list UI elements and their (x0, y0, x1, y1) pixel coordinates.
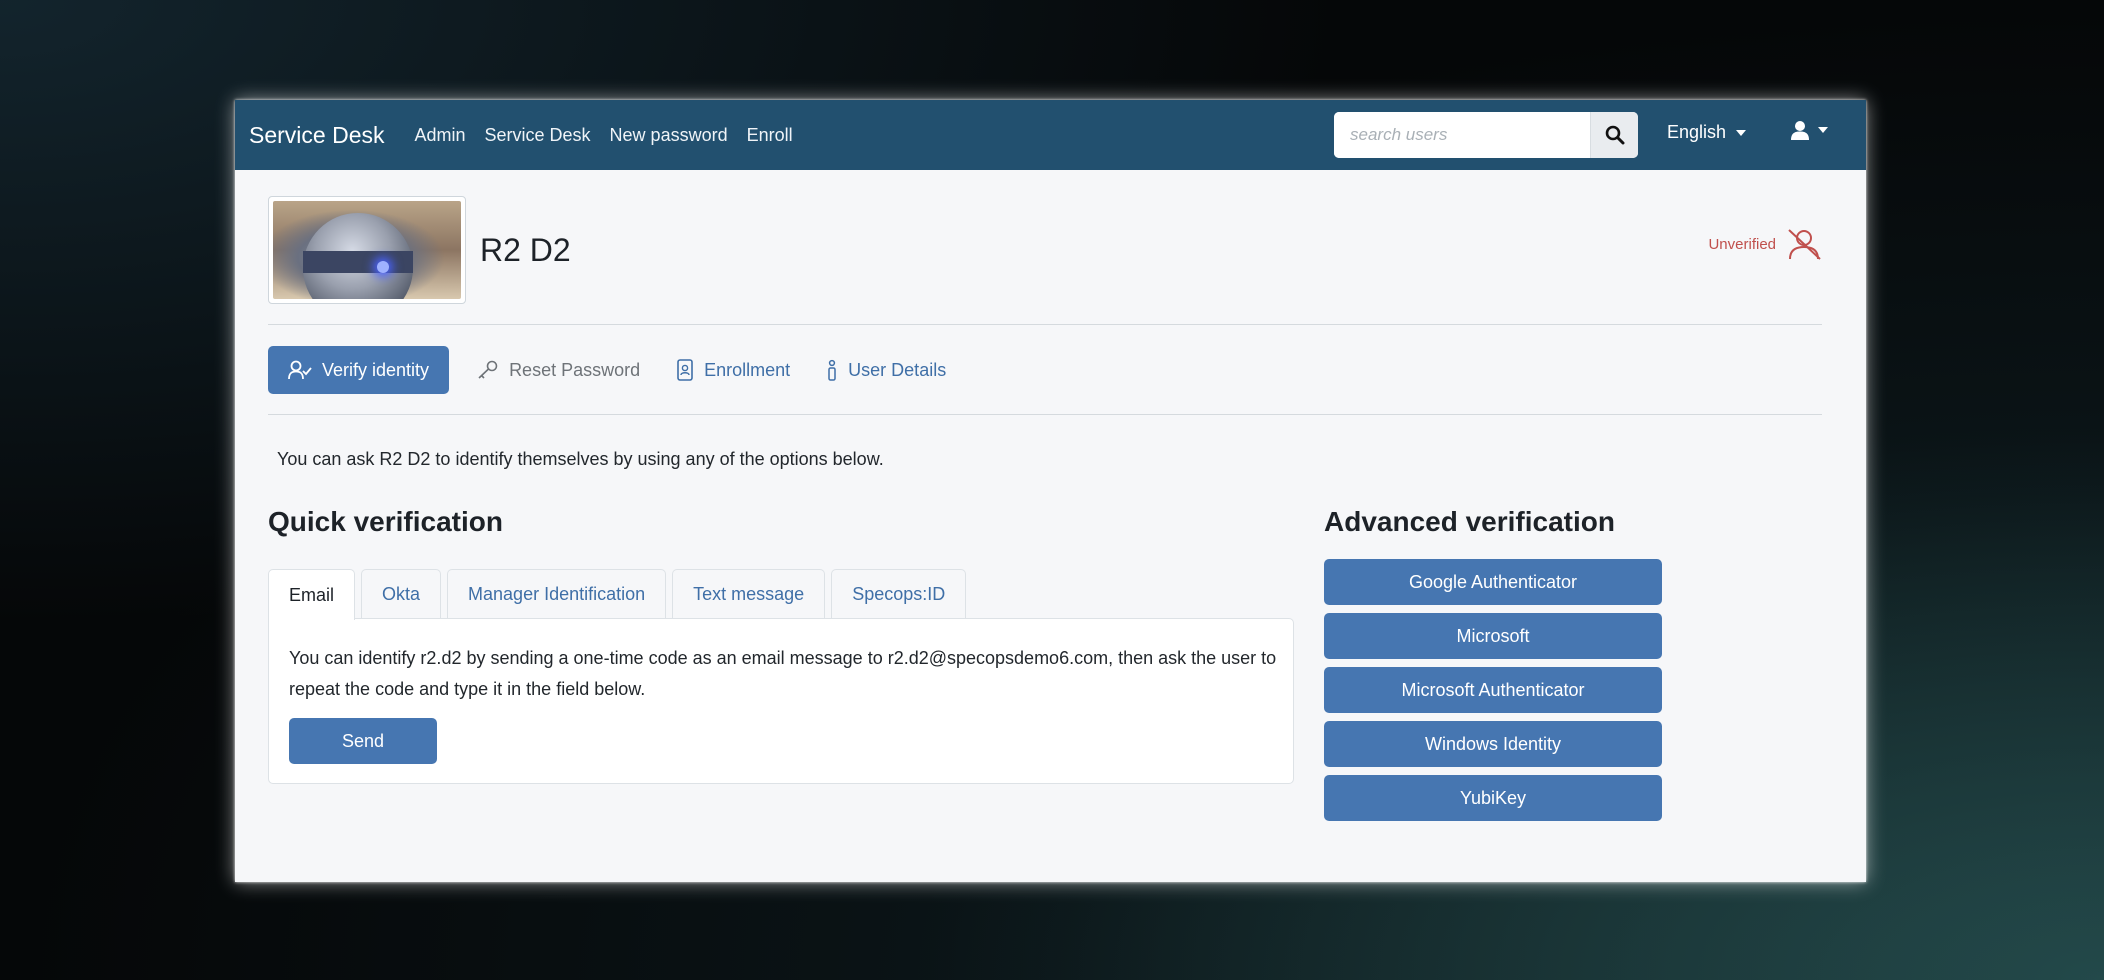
nav-link-enroll[interactable]: Enroll (747, 125, 793, 146)
user-icon (1791, 121, 1809, 140)
navbar: Service Desk Admin Service Desk New pass… (235, 100, 1866, 170)
unverified-user-icon (1788, 229, 1821, 260)
language-label: English (1667, 122, 1727, 142)
tab-label: User Details (848, 359, 947, 380)
verification-status: Unverified (1708, 228, 1822, 260)
tab-enrollment[interactable]: Enrollment (658, 346, 808, 394)
quick-verification-heading: Quick verification (268, 506, 503, 537)
advanced-verification-list: Google Authenticator Microsoft Microsoft… (1324, 559, 1662, 829)
user-action-tabs: Verify identity Reset Password Enrollmen… (268, 346, 964, 394)
user-check-icon (288, 360, 312, 380)
tab-label: Reset Password (509, 359, 641, 380)
status-badge: Unverified (1708, 235, 1776, 253)
avatar-image (273, 201, 461, 299)
search-box (1334, 112, 1638, 158)
user-profile-header: R2 D2 (268, 196, 571, 304)
microsoft-authenticator-button[interactable]: Microsoft Authenticator (1324, 667, 1662, 713)
microsoft-button[interactable]: Microsoft (1324, 613, 1662, 659)
user-name: R2 D2 (480, 231, 571, 268)
nav-link-new-password[interactable]: New password (610, 125, 728, 146)
divider (268, 414, 1822, 415)
tab-user-details[interactable]: User Details (808, 346, 964, 394)
tab-manager-identification[interactable]: Manager Identification (447, 569, 667, 619)
tab-email[interactable]: Email (268, 569, 356, 620)
user-menu-dropdown[interactable] (1790, 120, 1828, 140)
search-button[interactable] (1590, 112, 1638, 158)
intro-text: You can ask R2 D2 to identify themselves… (277, 449, 884, 469)
language-dropdown[interactable]: English (1667, 122, 1747, 143)
email-verification-panel: You can identify r2.d2 by sending a one-… (268, 618, 1294, 784)
tab-verify-identity[interactable]: Verify identity (268, 346, 450, 394)
search-input[interactable] (1334, 112, 1590, 158)
search-icon (1605, 125, 1624, 145)
nav-link-admin[interactable]: Admin (414, 125, 465, 146)
divider (268, 324, 1822, 325)
id-card-icon (677, 359, 693, 381)
tab-text-message[interactable]: Text message (672, 569, 826, 619)
tab-label: Verify identity (322, 359, 430, 380)
info-icon (828, 359, 836, 381)
avatar (268, 196, 466, 304)
tab-label: Enrollment (704, 359, 791, 380)
yubikey-button[interactable]: YubiKey (1324, 775, 1662, 821)
google-authenticator-button[interactable]: Google Authenticator (1324, 559, 1662, 605)
app-window: Service Desk Admin Service Desk New pass… (235, 100, 1866, 882)
tab-okta[interactable]: Okta (361, 569, 442, 619)
key-icon (478, 360, 498, 379)
windows-identity-button[interactable]: Windows Identity (1324, 721, 1662, 767)
brand-link[interactable]: Service Desk (249, 122, 384, 149)
advanced-verification-heading: Advanced verification (1324, 506, 1615, 537)
nav-link-service-desk[interactable]: Service Desk (485, 125, 591, 146)
send-button[interactable]: Send (289, 718, 437, 764)
tab-reset-password[interactable]: Reset Password (459, 346, 658, 394)
email-instructions: You can identify r2.d2 by sending a one-… (289, 648, 1277, 699)
chevron-down-icon (1736, 129, 1747, 136)
chevron-down-icon (1818, 127, 1828, 133)
quick-verification-tabs: Email Okta Manager Identification Text m… (268, 569, 967, 620)
tab-specops-id[interactable]: Specops:ID (831, 569, 967, 619)
